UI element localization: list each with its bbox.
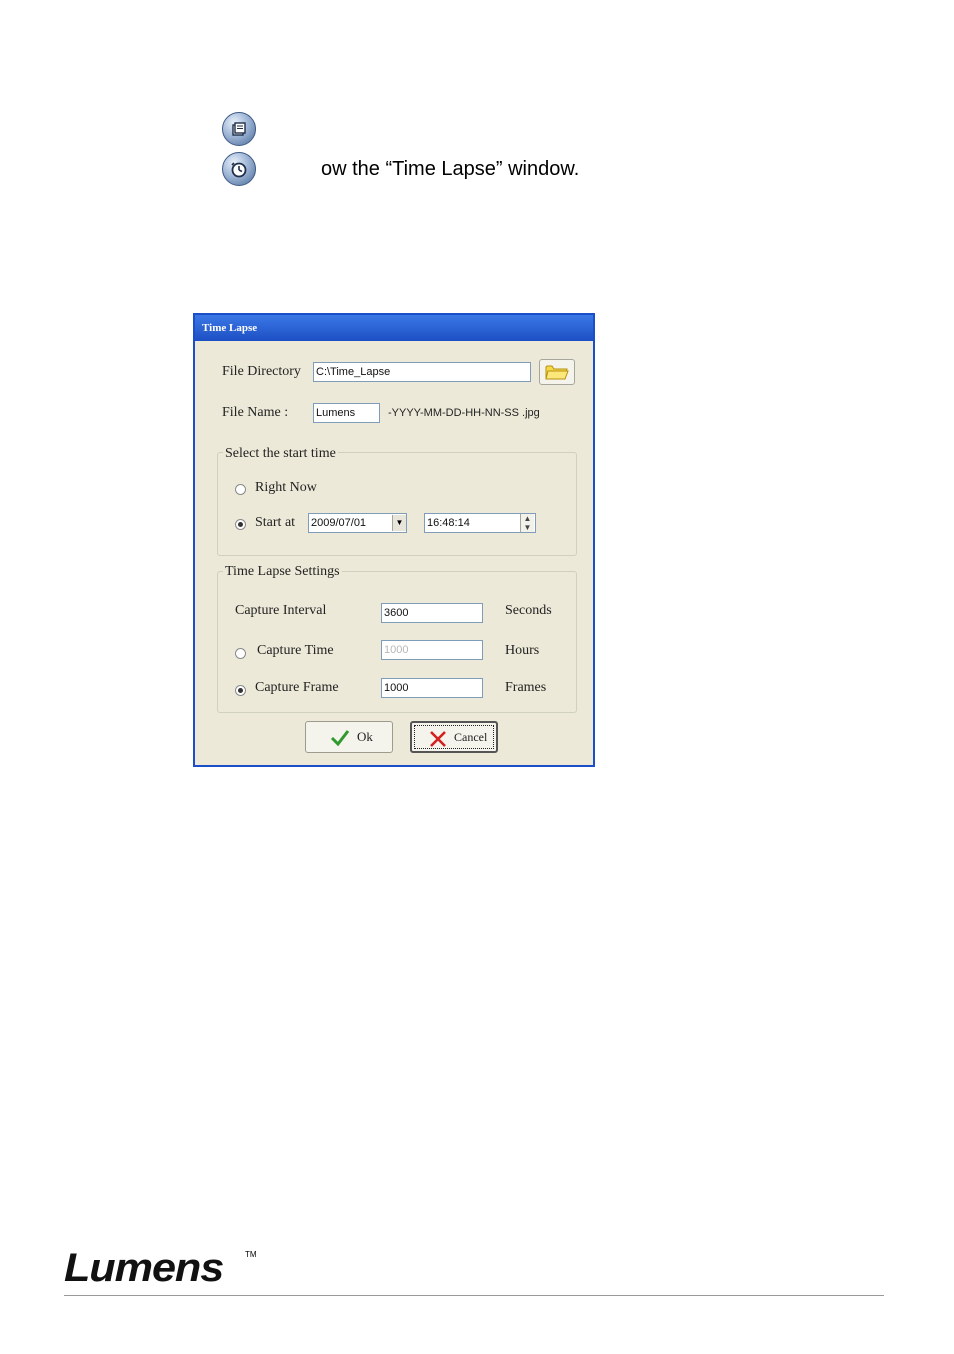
album-icon[interactable] — [222, 112, 256, 146]
file-name-input[interactable]: Lumens — [313, 403, 380, 423]
file-name-suffix: -YYYY-MM-DD-HH-NN-SS .jpg — [388, 407, 540, 419]
time-lapse-dialog: Time Lapse File Directory C:\Time_Lapse … — [193, 313, 595, 767]
intro-text: ow the “Time Lapse” window. — [321, 158, 580, 180]
trademark-mark: TM — [245, 1250, 257, 1259]
start-time-group-title: Select the start time — [223, 446, 338, 462]
capture-time-radio[interactable] — [235, 648, 246, 659]
right-now-label: Right Now — [255, 480, 317, 495]
capture-time-unit: Hours — [505, 643, 540, 658]
start-date-value: 2009/07/01 — [311, 517, 367, 529]
capture-time-label: Capture Time — [257, 643, 334, 658]
lumens-logo: Lumens — [64, 1246, 224, 1290]
cancel-label: Cancel — [454, 730, 488, 744]
capture-interval-label: Capture Interval — [235, 603, 327, 618]
capture-frame-radio[interactable] — [235, 685, 246, 696]
cancel-button[interactable]: Cancel — [410, 721, 498, 753]
right-now-radio[interactable] — [235, 484, 246, 495]
file-directory-input[interactable]: C:\Time_Lapse — [313, 362, 531, 382]
capture-interval-unit: Seconds — [505, 603, 552, 618]
dialog-title: Time Lapse — [195, 315, 593, 341]
timer-icon[interactable] — [222, 152, 256, 186]
start-time-value: 16:48:14 — [427, 517, 470, 529]
ok-label: Ok — [357, 729, 373, 744]
start-at-radio[interactable] — [235, 519, 246, 530]
ok-button[interactable]: Ok — [305, 721, 393, 753]
capture-time-input[interactable]: 1000 — [381, 640, 483, 660]
start-at-label: Start at — [255, 515, 296, 530]
chevron-down-icon[interactable]: ▼ — [392, 515, 406, 531]
time-spinner-icon[interactable]: ▲ ▼ — [520, 514, 534, 532]
capture-interval-input[interactable]: 3600 — [381, 603, 483, 623]
folder-icon — [545, 365, 569, 380]
close-icon — [430, 731, 446, 747]
time-lapse-settings-title: Time Lapse Settings — [223, 564, 342, 580]
check-icon — [330, 730, 350, 747]
capture-frame-input[interactable]: 1000 — [381, 678, 483, 698]
footer-divider — [64, 1295, 884, 1296]
start-time-group — [217, 452, 577, 556]
file-name-label: File Name : — [222, 405, 289, 420]
file-directory-label: File Directory — [222, 364, 301, 379]
capture-frame-label: Capture Frame — [255, 680, 339, 695]
capture-frame-unit: Frames — [505, 680, 547, 695]
browse-folder-button[interactable] — [539, 359, 575, 385]
